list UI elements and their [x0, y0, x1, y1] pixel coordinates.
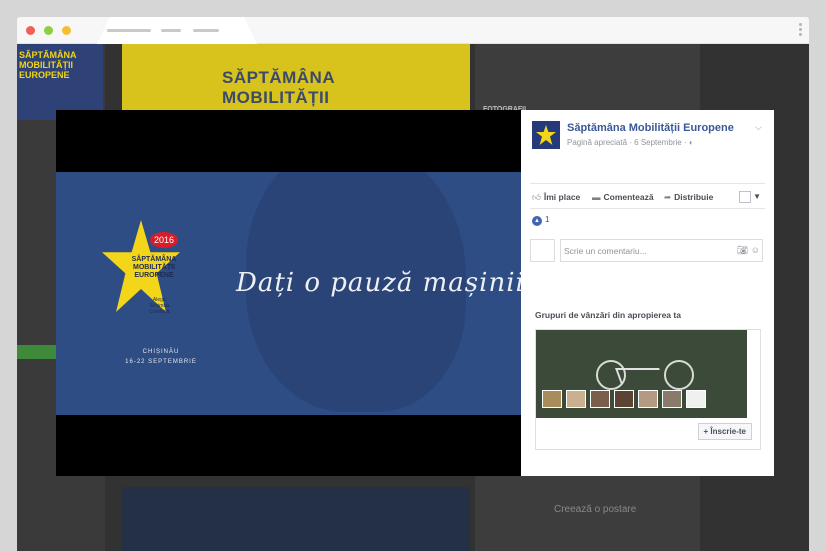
cover-title-line: MOBILITĂȚII — [222, 88, 330, 107]
comment-label: Comentează — [603, 192, 654, 202]
comment-tools: 📷︎ ☺ — [737, 245, 760, 256]
emoji-icon[interactable]: ☺ — [751, 245, 760, 255]
browser-toolbar — [17, 17, 809, 44]
bicycle-frame-shape — [615, 368, 665, 384]
caret-down-icon[interactable]: ▼ — [753, 192, 761, 201]
tab-title-placeholder — [161, 29, 181, 32]
share-icon: ➦ — [664, 192, 672, 202]
post-actions-bar: 👍︎ Îmi place ▬ Comentează ➦ Distribuie ▼ — [530, 183, 765, 209]
comment-input[interactable]: Scrie un comentariu... — [560, 239, 763, 262]
logo-line: MOBILITĂȚII — [133, 264, 175, 271]
year-badge: 2016 — [150, 232, 178, 248]
event-tagline: Alege. Schimbă. Combină. — [140, 297, 180, 315]
event-photo[interactable]: 2016 SĂPTĂMÂNA MOBILITĂȚII EUROPENE Aleg… — [56, 172, 521, 415]
member-avatar — [614, 390, 634, 408]
post-meta: Pagină apreciată · 6 Septembrie · ◐ — [567, 138, 694, 147]
event-slogan: Dați o pauză mașinii! — [236, 268, 521, 298]
close-window-button[interactable] — [26, 26, 35, 35]
city-label: CHIȘINĂU — [142, 349, 180, 355]
dates-label: 16-22 SEPTEMBRIE — [125, 359, 197, 365]
group-cover-photo[interactable] — [536, 330, 747, 418]
tagline-line: Combină. — [149, 309, 171, 315]
event-logo-text: SĂPTĂMÂNA MOBILITĂȚII EUROPENE — [119, 256, 189, 280]
reaction-count[interactable]: ▲ 1 — [532, 215, 549, 226]
event-location: CHIȘINĂU 16-22 SEPTEMBRIE — [116, 347, 206, 367]
member-avatar — [686, 390, 706, 408]
member-avatar — [638, 390, 658, 408]
like-label: Îmi place — [543, 192, 581, 202]
star-icon — [536, 125, 556, 145]
page-name-link[interactable]: Săptămâna Mobilității Europene — [567, 122, 734, 134]
member-avatar — [566, 390, 586, 408]
member-avatar — [590, 390, 610, 408]
photo-side-panel: Săptămâna Mobilității Europene Pagină ap… — [521, 110, 774, 476]
maximize-window-button[interactable] — [62, 26, 71, 35]
commenter-avatar — [530, 239, 555, 262]
browser-window: SĂPTĂMÂNA MOBILITĂȚII EUROPENE SĂPTĂMÂNA… — [17, 17, 809, 551]
logo-text: MOBILITĂȚII — [19, 60, 73, 70]
globe-icon: ◐ — [688, 138, 694, 147]
join-group-button[interactable]: + Înscrie-te — [697, 423, 752, 440]
logo-text: SĂPTĂMÂNA — [19, 50, 77, 60]
tab-title-placeholder — [107, 29, 151, 32]
like-button[interactable]: 👍︎ Îmi place — [532, 192, 580, 203]
comment-button[interactable]: ▬ Comentează — [592, 192, 654, 202]
logo-line: SĂPTĂMÂNA — [131, 256, 177, 263]
member-avatar — [542, 390, 562, 408]
like-badge-icon: ▲ — [532, 216, 542, 226]
minimize-window-button[interactable] — [44, 26, 53, 35]
share-button[interactable]: ➦ Distribuie — [664, 192, 713, 203]
thumbs-up-icon: 👍︎ — [532, 192, 541, 202]
browser-tab[interactable] — [97, 17, 257, 44]
member-avatar — [662, 390, 682, 408]
bicycle-wheel-shape — [664, 360, 694, 390]
create-post-label[interactable]: Creează o postare — [554, 504, 636, 515]
cover-title-line: SĂPTĂMÂNA — [222, 68, 336, 87]
groups-heading: Grupuri de vânzări din apropierea ta — [535, 310, 681, 320]
post-image[interactable] — [122, 487, 470, 551]
like-page-button[interactable] — [17, 345, 57, 359]
cover-title: SĂPTĂMÂNA MOBILITĂȚII — [222, 68, 335, 108]
camera-icon[interactable]: 📷︎ — [737, 245, 748, 255]
comment-icon: ▬ — [592, 192, 601, 202]
page-selector[interactable] — [739, 191, 751, 203]
page-avatar[interactable] — [532, 121, 560, 149]
logo-line: EUROPENE — [134, 272, 174, 279]
browser-menu-icon[interactable] — [799, 23, 803, 38]
share-label: Distribuie — [674, 192, 714, 202]
group-suggestion-card[interactable]: + Înscrie-te — [535, 329, 761, 450]
profile-picture[interactable]: SĂPTĂMÂNA MOBILITĂȚII EUROPENE — [17, 44, 103, 120]
chevron-down-icon[interactable]: ⌵ — [755, 122, 762, 133]
like-count: 1 — [545, 215, 550, 224]
logo-text: EUROPENE — [19, 70, 70, 80]
photo-viewer: 2016 SĂPTĂMÂNA MOBILITĂȚII EUROPENE Aleg… — [56, 110, 521, 476]
tab-title-placeholder — [193, 29, 219, 32]
post-meta-text: Pagină apreciată · 6 Septembrie · — [567, 138, 689, 147]
